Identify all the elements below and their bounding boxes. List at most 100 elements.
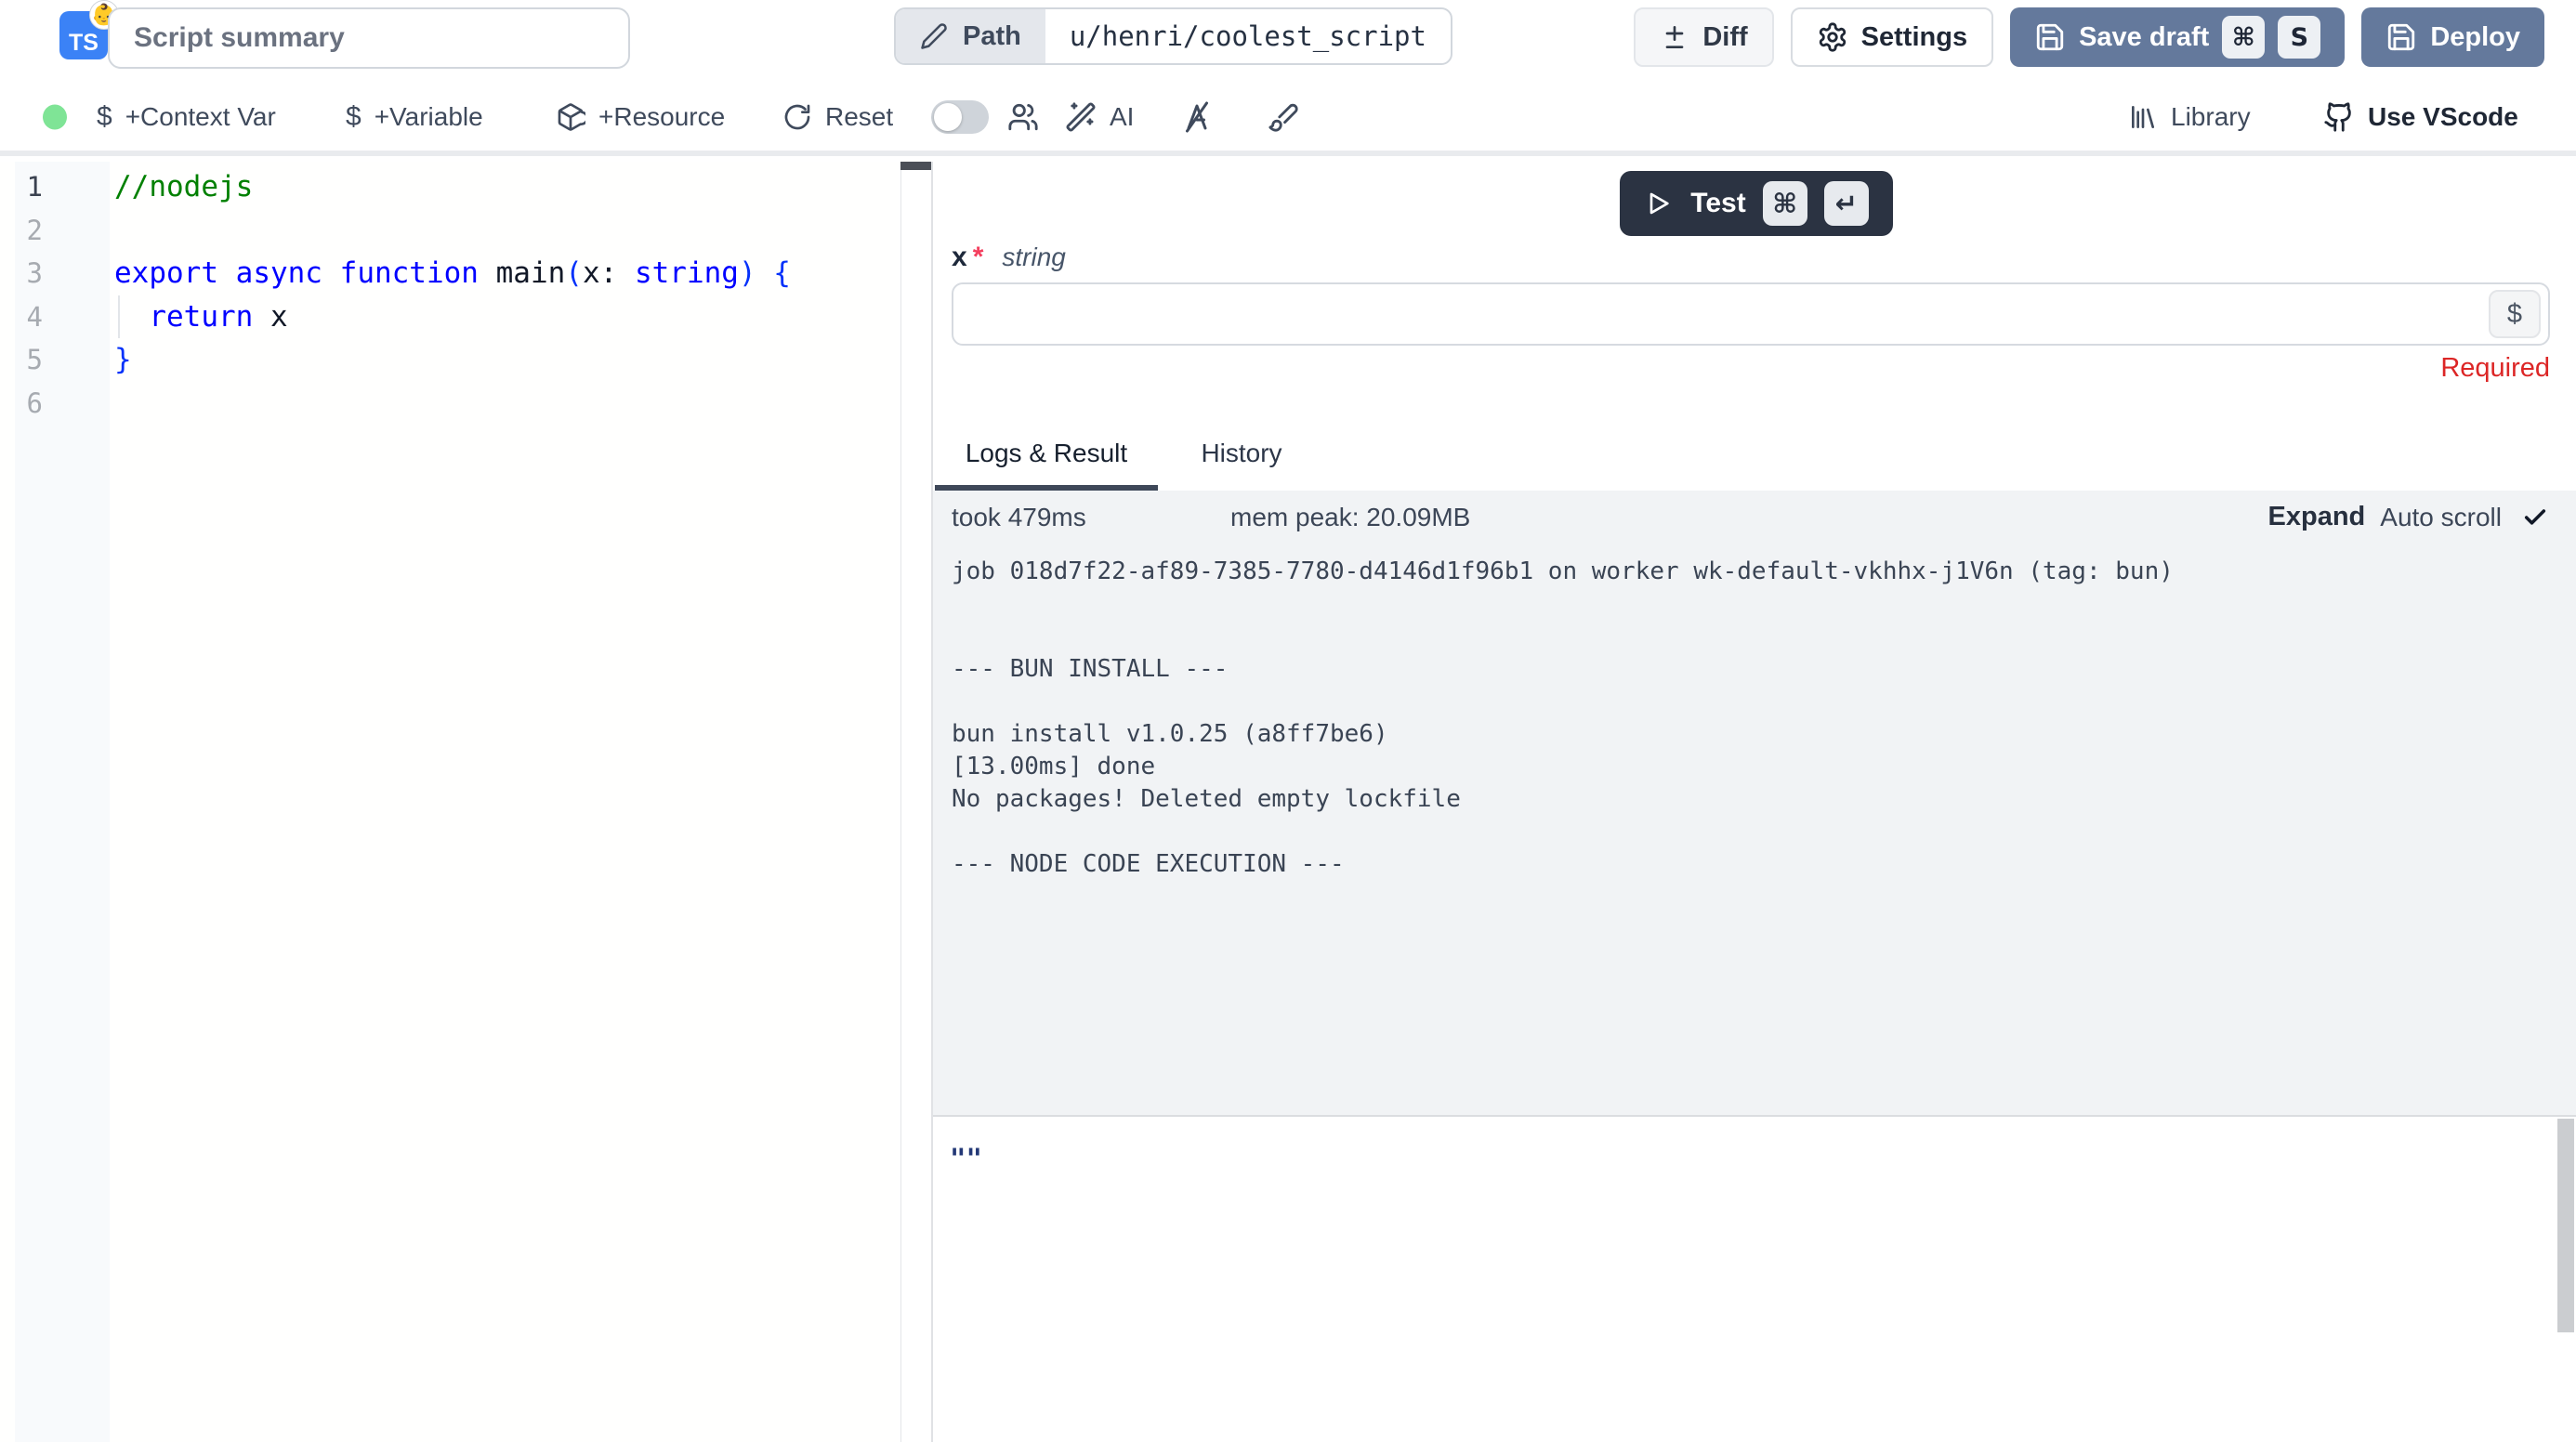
code-line[interactable]: //nodejs <box>114 165 791 209</box>
diff-label: Diff <box>1702 22 1747 53</box>
code-editor[interactable]: 123456 //nodejs export async function mai… <box>0 162 901 1442</box>
log-output[interactable]: job 018d7f22-af89-7385-7780-d4146d1f96b1… <box>952 556 2174 881</box>
settings-label: Settings <box>1861 22 1967 53</box>
line-number: 2 <box>0 209 43 253</box>
run-metadata-row: took 479ms mem peak: 20.09MB Expand Auto… <box>952 502 2548 532</box>
enter-key-badge: ↵ <box>1824 181 1869 226</box>
save-icon <box>2385 21 2417 53</box>
typescript-logo-label: TS <box>69 30 99 57</box>
save-icon <box>2034 21 2066 53</box>
deploy-button[interactable]: Deploy <box>2361 7 2544 67</box>
path-label: Path <box>963 21 1021 52</box>
add-resource-label: +Resource <box>598 102 725 132</box>
save-draft-label: Save draft <box>2079 22 2209 53</box>
line-number: 5 <box>0 338 43 382</box>
code-line[interactable]: return x <box>114 295 791 339</box>
path-value: u/henri/coolest_script <box>1045 9 1451 63</box>
magic-wand-icon <box>1065 101 1097 133</box>
diff-icon <box>1660 22 1689 52</box>
code-content[interactable]: //nodejs export async function main(x: st… <box>114 165 791 425</box>
argument-value-input[interactable] <box>952 282 2550 346</box>
add-variable-button[interactable]: $ +Variable <box>346 101 483 133</box>
settings-button[interactable]: Settings <box>1791 7 1993 67</box>
argument-name: x <box>952 242 967 273</box>
diff-button[interactable]: Diff <box>1634 7 1773 67</box>
ai-assistant-button[interactable]: AI <box>1065 101 1134 133</box>
expand-button[interactable]: Expand <box>2268 502 2366 532</box>
insert-variable-button[interactable]: $ <box>2489 290 2541 338</box>
reset-button[interactable]: Reset <box>782 102 893 132</box>
test-button[interactable]: Test ⌘ ↵ <box>1620 171 1893 236</box>
code-line[interactable]: } <box>114 338 791 382</box>
add-context-var-button[interactable]: $ +Context Var <box>97 101 276 133</box>
windmill-script-editor: TS 👶 Path u/henri/coolest_script Diff Se… <box>0 0 2576 1442</box>
collaboration-users-button[interactable] <box>1007 101 1039 133</box>
code-line[interactable] <box>114 382 791 426</box>
dollar-icon: $ <box>2507 299 2522 330</box>
required-asterisk: * <box>973 242 984 273</box>
github-cat-icon <box>2323 101 2355 133</box>
argument-input-wrap: $ <box>952 282 2550 346</box>
s-key-badge: S <box>2278 16 2320 59</box>
cmd-key-badge: ⌘ <box>1763 181 1807 226</box>
diff-mode-toggle[interactable] <box>931 100 989 134</box>
code-line[interactable]: export async function main(x: string) { <box>114 252 791 295</box>
tab-logs-result[interactable]: Logs & Result <box>935 416 1158 491</box>
script-summary-input[interactable] <box>108 7 630 69</box>
add-context-var-label: +Context Var <box>125 102 276 132</box>
play-icon <box>1644 189 1674 218</box>
dollar-icon: $ <box>97 101 112 133</box>
result-scrollbar[interactable] <box>2556 1117 2576 1442</box>
logs-panel: took 479ms mem peak: 20.09MB Expand Auto… <box>933 491 2576 1115</box>
test-label: Test <box>1690 188 1745 219</box>
code-line[interactable] <box>114 209 791 253</box>
deployment-status-dot-icon <box>43 105 67 130</box>
toggle-switch[interactable] <box>931 100 989 134</box>
line-number: 3 <box>0 252 43 295</box>
splitter-drag-handle[interactable] <box>900 162 932 170</box>
argument-label: x* string <box>952 242 1066 273</box>
line-numbers: 123456 <box>0 165 43 425</box>
paintbrush-icon <box>1268 101 1299 133</box>
add-resource-button[interactable]: +Resource <box>556 102 725 132</box>
pencil-icon <box>920 22 948 50</box>
result-tabs: Logs & Result History <box>933 416 2576 491</box>
script-path-control[interactable]: Path u/henri/coolest_script <box>894 7 1452 65</box>
run-duration: took 479ms <box>952 503 1230 532</box>
run-panel: Test ⌘ ↵ x* string $ Required Logs & Res… <box>931 162 2576 1442</box>
users-icon <box>1007 101 1039 133</box>
memory-peak: mem peak: 20.09MB <box>1230 503 1470 532</box>
path-edit-section[interactable]: Path <box>896 9 1045 63</box>
package-icon <box>556 102 585 132</box>
code-assistant-disabled-button[interactable] <box>1180 100 1214 134</box>
save-draft-button[interactable]: Save draft ⌘ S <box>2010 7 2345 67</box>
reset-label: Reset <box>825 102 893 132</box>
gear-icon <box>1817 21 1848 53</box>
deploy-label: Deploy <box>2430 22 2520 53</box>
tab-history[interactable]: History <box>1158 416 1325 491</box>
header-bar: TS 👶 Path u/henri/coolest_script Diff Se… <box>0 0 2576 84</box>
ai-label: AI <box>1110 102 1134 132</box>
header-actions: Diff Settings Save draft ⌘ S Deploy <box>1634 7 2544 67</box>
result-value[interactable]: "" <box>950 1143 982 1174</box>
line-number: 6 <box>0 382 43 426</box>
typescript-logo: TS 👶 <box>59 11 108 59</box>
assistant-disabled-icon <box>1180 100 1214 134</box>
add-variable-label: +Variable <box>375 102 483 132</box>
main-area: 123456 //nodejs export async function mai… <box>0 162 2576 1442</box>
cmd-key-badge: ⌘ <box>2222 16 2265 59</box>
use-vscode-label: Use VScode <box>2368 102 2518 132</box>
library-button[interactable]: Library <box>2128 102 2251 132</box>
dollar-icon: $ <box>346 101 361 133</box>
editor-toolbar: $ +Context Var $ +Variable +Resource Res… <box>0 84 2576 156</box>
required-validation-message: Required <box>2440 353 2550 384</box>
use-vscode-button[interactable]: Use VScode <box>2323 101 2518 133</box>
result-panel: "" <box>933 1117 2576 1442</box>
format-code-button[interactable] <box>1268 101 1299 133</box>
scrollbar-thumb[interactable] <box>2557 1119 2574 1332</box>
line-number: 1 <box>0 165 43 209</box>
library-icon <box>2128 102 2158 132</box>
toggle-knob <box>934 103 962 131</box>
line-number: 4 <box>0 295 43 339</box>
autoscroll-toggle[interactable]: Auto scroll <box>2380 503 2502 532</box>
